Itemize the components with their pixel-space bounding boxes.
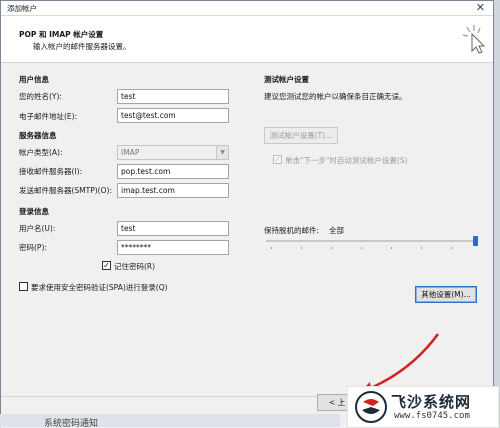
slider-tick <box>451 247 452 249</box>
background-window-text: 系统密码通知 <box>44 419 99 427</box>
username-field[interactable]: test <box>117 221 229 236</box>
account-type-select: IMAP ▼ <box>117 145 229 160</box>
close-icon[interactable]: ✕ <box>476 1 485 14</box>
dialog-header: POP 和 IMAP 帐户设置 输入帐户的邮件服务器设置。 <box>1 16 493 63</box>
offline-mail-value: 全部 <box>329 226 344 235</box>
page-subtitle: 输入帐户的邮件服务器设置。 <box>33 42 131 51</box>
remember-password-label: 记住密码(R) <box>114 262 156 271</box>
email-label: 电子邮件地址(E): <box>19 112 78 121</box>
account-type-label: 帐户类型(A): <box>19 148 63 157</box>
test-account-settings-button[interactable]: 测试帐户设置(T)... <box>264 127 338 144</box>
slider-tick <box>361 247 362 249</box>
page-title: POP 和 IMAP 帐户设置 <box>19 30 104 39</box>
background-window-strip: 系统密码通知 <box>0 414 340 427</box>
password-label: 密码(P): <box>19 243 47 252</box>
more-settings-button[interactable]: 其他设置(M)... <box>415 286 477 303</box>
spa-label: 要求使用安全密码验证(SPA)进行登录(Q) <box>31 283 168 292</box>
incoming-server-label: 接收邮件服务器(I): <box>19 167 83 176</box>
name-field[interactable]: test <box>117 89 229 104</box>
slider-tick <box>391 247 392 249</box>
title-bar: 添加帐户 ✕ <box>1 1 493 16</box>
offline-mail-slider[interactable] <box>266 240 478 242</box>
remember-password-checkbox[interactable]: ✓ <box>102 261 111 270</box>
slider-tick <box>421 247 422 249</box>
slider-tick <box>271 247 272 249</box>
watermark-url: www.fs0745.com <box>394 411 470 421</box>
test-settings-description: 建议您测试您的帐户以确保条目正确无误。 <box>264 92 407 101</box>
chevron-down-icon: ▼ <box>216 146 228 159</box>
outgoing-server-field[interactable]: imap.test.com <box>117 183 229 198</box>
user-info-heading: 用户信息 <box>19 75 49 84</box>
name-label: 您的姓名(Y): <box>19 92 62 101</box>
test-settings-heading: 测试帐户设置 <box>264 75 309 84</box>
account-type-value: IMAP <box>121 148 140 157</box>
server-info-heading: 服务器信息 <box>19 131 57 140</box>
slider-tick <box>301 247 302 249</box>
auto-test-label: 单击"下一步"时自动测试帐户设置(S) <box>285 156 408 165</box>
offline-mail-label: 保持脱机的邮件: <box>264 226 320 235</box>
password-field[interactable]: ******** <box>117 240 229 255</box>
auto-test-checkbox[interactable]: ✓ <box>273 155 282 164</box>
incoming-server-field[interactable]: pop.test.com <box>117 164 229 179</box>
watermark-title: 飞沙系统网 <box>391 393 472 411</box>
email-field[interactable]: test@test.com <box>117 108 229 123</box>
spa-checkbox[interactable] <box>19 282 28 291</box>
cursor-click-icon <box>462 25 486 54</box>
outgoing-server-label: 发送邮件服务器(SMTP)(O): <box>19 186 112 195</box>
slider-thumb[interactable] <box>473 236 478 246</box>
username-label: 用户名(U): <box>19 224 56 233</box>
watermark-logo-icon <box>355 391 387 423</box>
window-title: 添加帐户 <box>7 4 37 13</box>
login-info-heading: 登录信息 <box>19 207 49 216</box>
slider-tick <box>331 247 332 249</box>
watermark: 飞沙系统网 www.fs0745.com <box>347 386 499 428</box>
